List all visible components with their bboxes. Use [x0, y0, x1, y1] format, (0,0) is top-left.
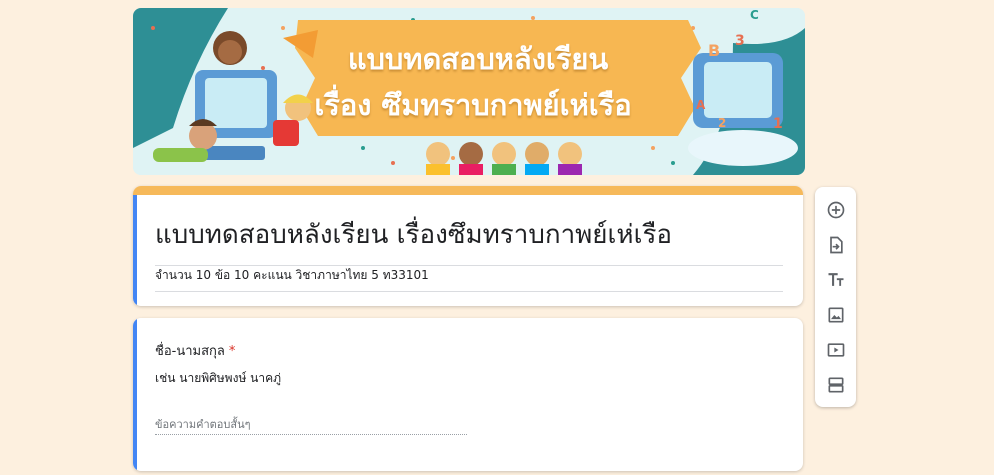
banner-letter: 2	[718, 116, 727, 130]
question-help-text: เช่น นายพิศิษพงษ์ นาคภู่	[155, 371, 282, 385]
add-image-icon[interactable]	[823, 302, 848, 327]
import-questions-icon[interactable]	[823, 232, 848, 257]
short-answer-input[interactable]	[155, 414, 467, 435]
question-card[interactable]: ชื่อ-นามสกุล * เช่น นายพิศิษพงษ์ นาคภู่	[133, 318, 803, 471]
focus-indicator	[133, 195, 137, 306]
theme-accent-bar	[133, 186, 803, 195]
floating-toolbar	[815, 187, 856, 407]
focus-indicator	[133, 318, 137, 471]
form-description[interactable]: จำนวน 10 ข้อ 10 คะแนน วิชาภาษาไทย 5 ท331…	[155, 266, 783, 292]
banner-letter: B	[708, 41, 721, 60]
banner-letter: C	[750, 8, 759, 22]
banner-title-line-1: แบบทดสอบหลังเรียน	[347, 42, 609, 76]
header-banner: B 3 C 1 2 A แบบทดสอบหลังเรียน เรื่อง ซึม…	[133, 8, 805, 175]
banner-letter: 3	[735, 33, 745, 49]
add-title-icon[interactable]	[823, 267, 848, 292]
form-title[interactable]: แบบทดสอบหลังเรียน เรื่องซึมทราบกาพย์เห่เ…	[155, 214, 783, 266]
add-question-icon[interactable]	[823, 197, 848, 222]
question-title-text: ชื่อ-นามสกุล	[155, 344, 225, 359]
banner-letter: A	[696, 98, 706, 112]
banner-letter: 1	[773, 116, 783, 132]
add-video-icon[interactable]	[823, 337, 848, 362]
question-title: ชื่อ-นามสกุล *	[155, 340, 235, 361]
required-asterisk: *	[228, 344, 236, 359]
add-section-icon[interactable]	[823, 372, 848, 397]
banner-title-line-2: เรื่อง ซึมทราบกาพย์เห่เรือ	[314, 88, 632, 122]
